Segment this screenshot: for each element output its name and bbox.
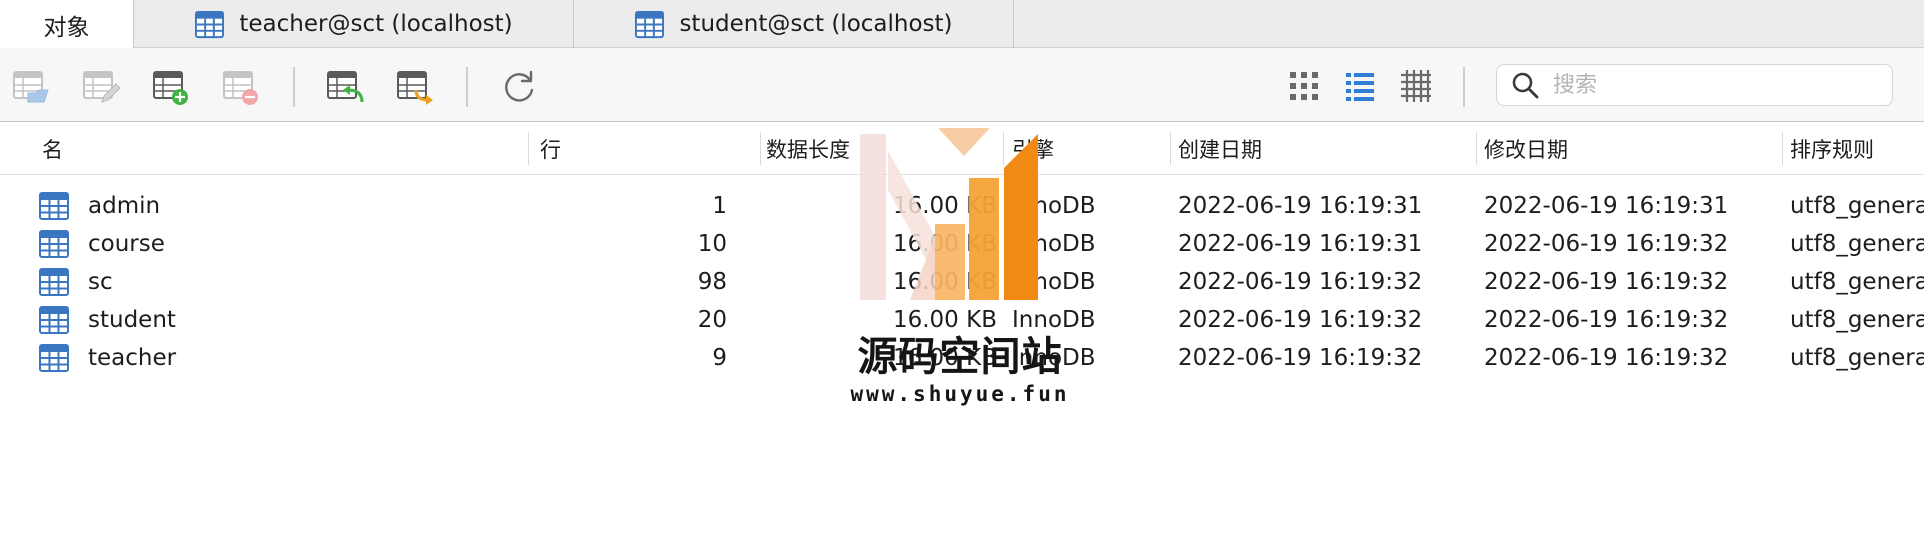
column-divider[interactable]	[1170, 132, 1171, 165]
row-count: 9	[712, 345, 727, 371]
collation: utf8_general_ci	[1790, 307, 1924, 333]
watermark-url: www.shuyue.fun	[850, 382, 1070, 406]
created-date: 2022-06-19 16:19:32	[1178, 345, 1423, 371]
table-row[interactable]: teacher 9 16.00 KB InnoDB 2022-06-19 16:…	[0, 339, 1924, 377]
tab-label: student@sct (localhost)	[679, 11, 953, 37]
table-icon	[39, 306, 69, 334]
column-header-rows[interactable]: 行	[540, 122, 561, 175]
collation: utf8_general_ci	[1790, 231, 1924, 257]
created-date: 2022-06-19 16:19:31	[1178, 231, 1423, 257]
table-icon	[635, 10, 665, 38]
detail-view-icon[interactable]	[1400, 69, 1432, 103]
data-length: 16.00 KB	[892, 345, 997, 371]
collation: utf8_general_ci	[1790, 193, 1924, 219]
export-wizard-icon[interactable]	[396, 68, 434, 106]
engine: InnoDB	[1012, 193, 1096, 219]
engine: InnoDB	[1012, 269, 1096, 295]
column-divider[interactable]	[1003, 132, 1004, 165]
table-row[interactable]: course 10 16.00 KB InnoDB 2022-06-19 16:…	[0, 225, 1924, 263]
row-count: 10	[697, 231, 727, 257]
row-count: 20	[697, 307, 727, 333]
table-row[interactable]: admin 1 16.00 KB InnoDB 2022-06-19 16:19…	[0, 187, 1924, 225]
engine: InnoDB	[1012, 307, 1096, 333]
data-length: 16.00 KB	[892, 231, 997, 257]
tab-label: teacher@sct (localhost)	[239, 11, 513, 37]
table-icon	[39, 230, 69, 258]
table-header: 名 行 数据长度 引擎 创建日期 修改日期 排序规则	[0, 122, 1924, 175]
table-list: admin 1 16.00 KB InnoDB 2022-06-19 16:19…	[0, 187, 1924, 377]
table-row[interactable]: student 20 16.00 KB InnoDB 2022-06-19 16…	[0, 301, 1924, 339]
toolbar-separator	[466, 67, 468, 107]
design-table-icon[interactable]	[82, 68, 120, 106]
search-box[interactable]	[1496, 64, 1893, 106]
data-length: 16.00 KB	[892, 307, 997, 333]
table-icon	[39, 344, 69, 372]
navicat-objects-window: 对象 teacher@sct (localhost) student@sct (…	[0, 0, 1924, 540]
column-header-engine[interactable]: 引擎	[1012, 122, 1054, 175]
collation: utf8_general_ci	[1790, 345, 1924, 371]
open-table-icon[interactable]	[12, 68, 50, 106]
tab-bar: 对象 teacher@sct (localhost) student@sct (…	[0, 0, 1924, 49]
table-name: student	[88, 307, 176, 333]
object-toolbar	[0, 48, 1924, 122]
tab-objects[interactable]: 对象	[0, 0, 134, 49]
column-header-name[interactable]: 名	[42, 122, 63, 175]
table-row[interactable]: sc 98 16.00 KB InnoDB 2022-06-19 16:19:3…	[0, 263, 1924, 301]
modified-date: 2022-06-19 16:19:32	[1484, 307, 1729, 333]
column-divider[interactable]	[528, 132, 529, 165]
column-header-created[interactable]: 创建日期	[1178, 122, 1262, 175]
engine: InnoDB	[1012, 345, 1096, 371]
column-divider[interactable]	[1782, 132, 1783, 165]
data-length: 16.00 KB	[892, 193, 997, 219]
created-date: 2022-06-19 16:19:32	[1178, 307, 1423, 333]
toolbar-separator	[1463, 67, 1465, 107]
column-divider[interactable]	[760, 132, 761, 165]
row-count: 1	[712, 193, 727, 219]
engine: InnoDB	[1012, 231, 1096, 257]
list-view-icon[interactable]	[1344, 69, 1376, 103]
table-name: admin	[88, 193, 161, 219]
column-header-modified[interactable]: 修改日期	[1484, 122, 1568, 175]
new-table-icon[interactable]	[152, 68, 190, 106]
search-input[interactable]	[1553, 72, 1873, 98]
modified-date: 2022-06-19 16:19:31	[1484, 193, 1729, 219]
import-wizard-icon[interactable]	[326, 68, 364, 106]
table-name: course	[88, 231, 165, 257]
delete-table-icon[interactable]	[222, 68, 260, 106]
table-icon	[39, 192, 69, 220]
table-icon	[195, 10, 225, 38]
tab-teacher-table[interactable]: teacher@sct (localhost)	[134, 0, 574, 48]
data-length: 16.00 KB	[892, 269, 997, 295]
tab-student-table[interactable]: student@sct (localhost)	[574, 0, 1014, 48]
table-name: teacher	[88, 345, 177, 371]
table-name: sc	[88, 269, 113, 295]
column-header-data-length[interactable]: 数据长度	[766, 122, 850, 175]
column-divider[interactable]	[1476, 132, 1477, 165]
collation: utf8_general_ci	[1790, 269, 1924, 295]
modified-date: 2022-06-19 16:19:32	[1484, 269, 1729, 295]
toolbar-separator	[293, 67, 295, 107]
table-icon	[39, 268, 69, 296]
created-date: 2022-06-19 16:19:31	[1178, 193, 1423, 219]
refresh-icon[interactable]	[500, 68, 538, 106]
modified-date: 2022-06-19 16:19:32	[1484, 231, 1729, 257]
column-header-collation[interactable]: 排序规则	[1790, 122, 1874, 175]
modified-date: 2022-06-19 16:19:32	[1484, 345, 1729, 371]
created-date: 2022-06-19 16:19:32	[1178, 269, 1423, 295]
grid-view-icon[interactable]	[1288, 69, 1320, 103]
tab-label: 对象	[43, 14, 90, 41]
row-count: 98	[697, 269, 727, 295]
search-icon	[1512, 72, 1539, 99]
